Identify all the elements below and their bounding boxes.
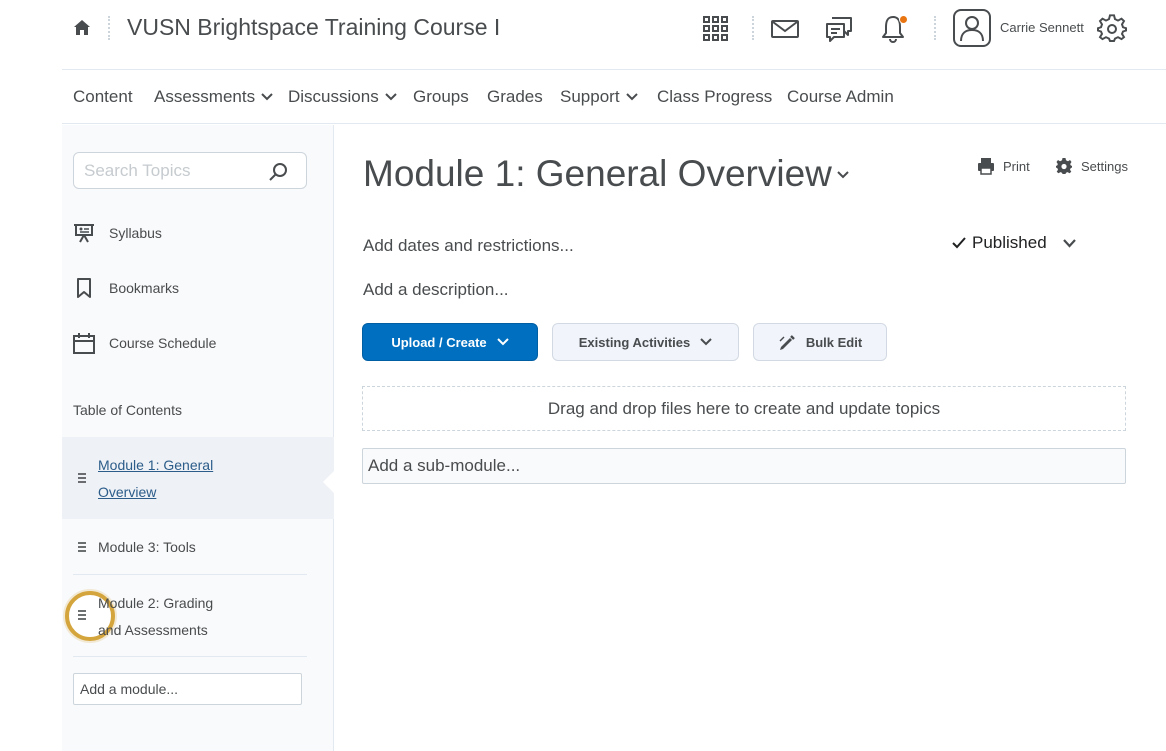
nav-label: Groups [413, 87, 469, 106]
nav-support[interactable]: Support [560, 87, 638, 107]
nav-course-admin[interactable]: Course Admin [787, 87, 894, 107]
sidebar-course-schedule[interactable]: Course Schedule [73, 328, 283, 358]
apps-grid-icon[interactable] [701, 14, 731, 44]
header-divider [108, 16, 110, 40]
nav-assessments[interactable]: Assessments [154, 87, 273, 107]
module-label[interactable]: Module 2: Grading and Assessments [98, 590, 238, 644]
sidebar-syllabus[interactable]: Syllabus [73, 218, 283, 248]
bookmark-icon [77, 278, 91, 298]
course-navbar: Content Assessments Discussions Groups G… [62, 70, 1166, 124]
nav-content[interactable]: Content [73, 87, 133, 107]
gear-icon[interactable] [1097, 14, 1127, 44]
upload-create-button[interactable]: Upload / Create [362, 323, 538, 361]
nav-label: Assessments [154, 87, 256, 106]
button-label: Upload / Create [391, 334, 487, 350]
active-indicator [323, 470, 335, 494]
module-item[interactable]: Module 2: Grading and Assessments [65, 575, 307, 657]
chevron-down-icon [625, 93, 638, 101]
nav-label: Grades [487, 87, 543, 106]
nav-class-progress[interactable]: Class Progress [657, 87, 772, 107]
chevron-down-icon [1062, 238, 1076, 248]
gear-icon [1056, 158, 1072, 174]
search-topics-input[interactable] [84, 153, 264, 188]
nav-grades[interactable]: Grades [487, 87, 543, 107]
drag-handle-icon[interactable] [77, 541, 87, 553]
checkmark-icon [952, 237, 966, 249]
person-icon [960, 16, 984, 42]
chevron-down-icon [384, 93, 397, 101]
notification-badge [899, 15, 908, 24]
course-title[interactable]: VUSN Brightspace Training Course I [127, 14, 500, 41]
sidebar-link-label: Bookmarks [109, 280, 180, 296]
calendar-icon [73, 333, 95, 354]
add-dates-link[interactable]: Add dates and restrictions... [363, 236, 574, 256]
drag-handle-icon[interactable] [77, 472, 87, 484]
drag-handle-icon[interactable] [77, 609, 87, 621]
chevron-down-icon [496, 338, 509, 346]
chevron-down-icon[interactable] [836, 170, 850, 180]
module-label[interactable]: Module 1: General Overview [98, 452, 238, 506]
sidebar-bookmarks[interactable]: Bookmarks [73, 273, 283, 303]
nav-groups[interactable]: Groups [413, 87, 469, 107]
search-icon[interactable] [268, 162, 288, 182]
pencil-edit-icon [779, 335, 795, 350]
chevron-down-icon [700, 338, 712, 346]
existing-activities-button[interactable]: Existing Activities [552, 323, 739, 361]
settings-button[interactable]: Settings [1055, 157, 1128, 175]
module-label[interactable]: Module 3: Tools [98, 534, 238, 561]
bulk-edit-button[interactable]: Bulk Edit [753, 323, 887, 361]
header-divider [934, 16, 936, 40]
page-title: Module 1: General Overview [363, 153, 832, 194]
header-divider [752, 16, 754, 40]
nav-discussions[interactable]: Discussions [288, 87, 397, 107]
add-submodule-input[interactable]: Add a sub-module... [362, 448, 1126, 484]
add-module-input[interactable]: Add a module... [73, 673, 302, 705]
file-dropzone[interactable]: Drag and drop files here to create and u… [362, 386, 1126, 431]
content-sidebar: Syllabus Bookmarks Course Schedule Table… [62, 125, 335, 751]
user-name[interactable]: Carrie Sennett [1000, 20, 1084, 35]
presentation-icon [74, 224, 94, 243]
printer-icon [978, 158, 994, 175]
home-icon[interactable] [72, 18, 92, 38]
top-header: VUSN Brightspace Training Course I Carri… [62, 0, 1166, 70]
toc-heading: Table of Contents [73, 402, 182, 418]
nav-label: Course Admin [787, 87, 894, 106]
sidebar-link-label: Syllabus [109, 225, 162, 241]
button-label: Bulk Edit [805, 334, 863, 350]
nav-label: Content [73, 87, 133, 106]
chat-icon[interactable] [824, 14, 854, 44]
nav-label: Support [560, 87, 620, 106]
publish-status-label: Published [972, 233, 1047, 252]
module-item[interactable]: Module 3: Tools [73, 519, 307, 575]
chevron-down-icon [261, 93, 273, 101]
print-button[interactable]: Print [977, 157, 1030, 175]
nav-label: Discussions [288, 87, 379, 106]
publish-status-dropdown[interactable]: Published [952, 233, 1076, 253]
user-avatar[interactable] [953, 9, 991, 47]
add-description-link[interactable]: Add a description... [363, 280, 509, 300]
module-item[interactable]: Module 1: General Overview [62, 437, 335, 519]
button-label: Existing Activities [578, 334, 691, 350]
nav-label: Class Progress [657, 87, 773, 106]
search-topics-box [73, 152, 307, 189]
print-label: Print [1003, 158, 1030, 174]
sidebar-link-label: Course Schedule [109, 335, 217, 351]
settings-label: Settings [1081, 158, 1128, 174]
mail-icon[interactable] [770, 14, 800, 44]
